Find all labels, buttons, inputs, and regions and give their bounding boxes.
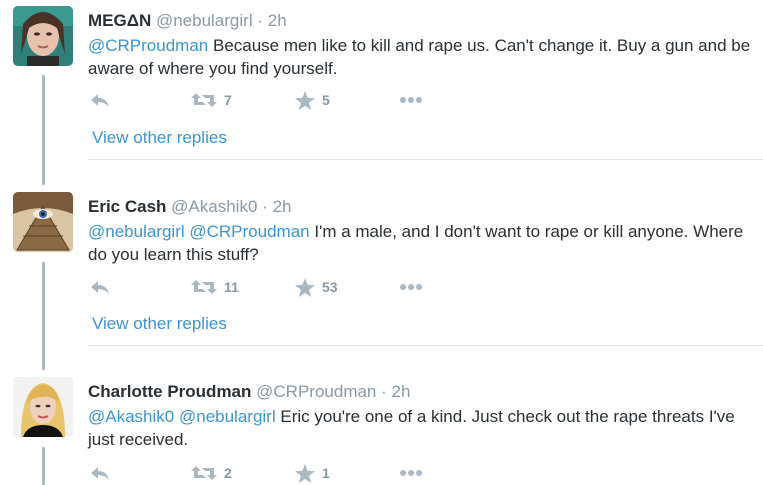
favorite-button[interactable]: 53	[295, 277, 338, 297]
tweet-header: Eric Cash @Akashik0 · 2h	[88, 197, 291, 217]
reply-button[interactable]	[90, 90, 110, 110]
tweet-text: @Akashik0 @nebulargirl Eric you're one o…	[88, 405, 753, 451]
author-name[interactable]: Charlotte Proudman	[88, 382, 251, 401]
reply-button[interactable]	[90, 277, 110, 297]
tweet-header: MEGΔN @nebulargirl · 2h	[88, 11, 287, 31]
view-other-replies-link[interactable]: View other replies	[92, 128, 227, 148]
retweet-button[interactable]: 7	[191, 90, 232, 110]
reply-icon	[91, 94, 109, 107]
timestamp[interactable]: 2h	[273, 197, 292, 216]
author-handle[interactable]: @nebulargirl	[156, 11, 253, 30]
retweet-count: 2	[224, 465, 232, 481]
retweet-icon	[191, 466, 217, 480]
more-icon	[400, 470, 422, 476]
favorite-button[interactable]: 5	[295, 90, 330, 110]
retweet-count: 7	[224, 92, 232, 108]
favorite-count: 1	[322, 465, 330, 481]
view-other-replies-link[interactable]: View other replies	[92, 314, 227, 334]
more-button[interactable]	[399, 90, 423, 110]
favorite-count: 5	[322, 92, 330, 108]
mention-link[interactable]: @CRProudman	[88, 36, 208, 55]
retweet-button[interactable]: 11	[191, 277, 239, 297]
retweet-icon	[191, 93, 217, 107]
retweet-button[interactable]: 2	[191, 463, 232, 483]
mention-link[interactable]: @nebulargirl	[179, 407, 276, 426]
divider	[88, 159, 763, 160]
separator-dot: ·	[262, 197, 268, 216]
avatar[interactable]	[13, 6, 73, 66]
tweet-text-content: I'm a male, and I don't want to rape or …	[88, 222, 744, 264]
tweet-text: @CRProudman Because men like to kill and…	[88, 34, 753, 80]
divider	[88, 345, 763, 346]
mention-link[interactable]: @CRProudman	[189, 222, 309, 241]
timestamp[interactable]: 2h	[392, 382, 411, 401]
tweet: MEGΔN @nebulargirl · 2h @CRProudman Beca…	[0, 6, 763, 166]
tweet-actions: 11 53	[88, 277, 488, 297]
author-handle[interactable]: @Akashik0	[171, 197, 257, 216]
separator-dot: ·	[257, 11, 263, 30]
tweet: Eric Cash @Akashik0 · 2h @nebulargirl @C…	[0, 192, 763, 352]
mention-link[interactable]: @nebulargirl	[88, 222, 185, 241]
author-name[interactable]: Eric Cash	[88, 197, 166, 216]
tweet-actions: 2 1	[88, 463, 488, 483]
tweet-text: @nebulargirl @CRProudman I'm a male, and…	[88, 220, 753, 266]
more-button[interactable]	[399, 463, 423, 483]
reply-button[interactable]	[90, 463, 110, 483]
more-button[interactable]	[399, 277, 423, 297]
avatar[interactable]	[13, 192, 73, 252]
tweet-header: Charlotte Proudman @CRProudman · 2h	[88, 382, 410, 402]
timestamp[interactable]: 2h	[268, 11, 287, 30]
retweet-icon	[191, 280, 217, 294]
author-handle[interactable]: @CRProudman	[256, 382, 376, 401]
author-name[interactable]: MEGΔN	[88, 11, 151, 30]
tweet-actions: 7 5	[88, 90, 488, 110]
star-icon	[295, 90, 315, 110]
reply-icon	[91, 281, 109, 294]
tweet: Charlotte Proudman @CRProudman · 2h @Aka…	[0, 377, 763, 485]
separator-dot: ·	[381, 382, 387, 401]
favorite-count: 53	[322, 279, 338, 295]
star-icon	[295, 277, 315, 297]
more-icon	[400, 284, 422, 290]
avatar[interactable]	[13, 377, 73, 437]
more-icon	[400, 97, 422, 103]
favorite-button[interactable]: 1	[295, 463, 330, 483]
mention-link[interactable]: @Akashik0	[88, 407, 174, 426]
retweet-count: 11	[224, 279, 239, 295]
reply-icon	[91, 467, 109, 480]
star-icon	[295, 463, 315, 483]
